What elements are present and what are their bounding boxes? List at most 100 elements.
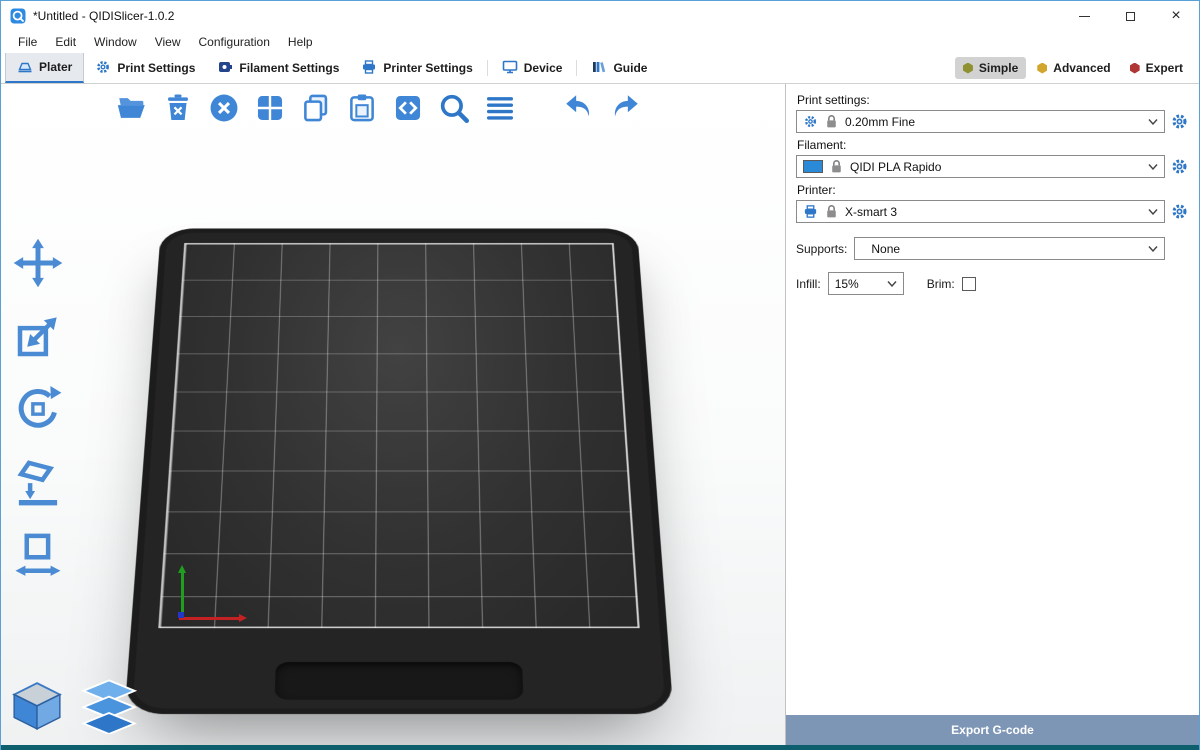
tab-separator xyxy=(576,60,577,76)
tab-label: Device xyxy=(524,61,563,75)
close-icon: × xyxy=(1171,8,1180,24)
menu-window[interactable]: Window xyxy=(85,31,146,53)
app-logo-icon xyxy=(10,8,26,24)
printer-row: X-smart 3 xyxy=(796,200,1189,223)
3d-editor-view-icon[interactable] xyxy=(9,678,65,737)
print-settings-label: Print settings: xyxy=(797,93,1189,107)
gear-icon xyxy=(95,59,111,78)
copy-icon[interactable] xyxy=(297,89,334,126)
print-settings-gear-button[interactable] xyxy=(1170,112,1189,131)
printer-label: Printer: xyxy=(797,183,1189,197)
undo-icon[interactable] xyxy=(560,89,597,126)
layer-height-icon[interactable] xyxy=(481,89,518,126)
maximize-button[interactable] xyxy=(1107,1,1153,31)
delete-icon[interactable] xyxy=(159,89,196,126)
supports-combo[interactable]: None xyxy=(854,237,1165,260)
left-toolbar xyxy=(11,236,65,582)
tab-printer-settings[interactable]: Printer Settings xyxy=(350,53,483,83)
move-icon[interactable] xyxy=(11,236,65,290)
filament-combo[interactable]: QIDI PLA Rapido xyxy=(796,155,1165,178)
gear-icon xyxy=(803,114,818,129)
menu-edit[interactable]: Edit xyxy=(46,31,85,53)
tab-separator xyxy=(487,60,488,76)
viewport-3d[interactable] xyxy=(1,84,785,745)
bed-handle xyxy=(275,662,524,700)
menu-file[interactable]: File xyxy=(9,31,46,53)
books-icon xyxy=(591,59,607,78)
menubar: File Edit Window View Configuration Help xyxy=(1,31,1199,53)
tab-label: Print Settings xyxy=(117,61,195,75)
print-bed[interactable] xyxy=(109,84,689,744)
chevron-down-icon xyxy=(1148,164,1158,170)
chevron-down-icon xyxy=(1148,119,1158,125)
lock-icon xyxy=(829,159,844,174)
measure-icon[interactable] xyxy=(11,528,65,582)
brim-checkbox[interactable] xyxy=(962,277,976,291)
window-bottom-border xyxy=(1,745,1199,750)
tab-label: Filament Settings xyxy=(239,61,339,75)
menu-help[interactable]: Help xyxy=(279,31,322,53)
menu-view[interactable]: View xyxy=(146,31,190,53)
lock-icon xyxy=(824,114,839,129)
bed-plate xyxy=(124,228,673,714)
lock-icon xyxy=(824,204,839,219)
tab-plater[interactable]: Plater xyxy=(5,53,84,83)
chevron-down-icon xyxy=(1148,246,1158,252)
place-on-face-icon[interactable] xyxy=(11,455,65,509)
infill-row: Infill: 15% Brim: xyxy=(796,272,1189,295)
infill-value: 15% xyxy=(835,277,881,291)
mode-label: Simple xyxy=(979,61,1018,75)
print-settings-row: 0.20mm Fine xyxy=(796,110,1189,133)
z-axis-indicator xyxy=(178,612,184,618)
filament-label: Filament: xyxy=(797,138,1189,152)
tabbar: Plater Print Settings Filament Settings … xyxy=(1,53,1199,84)
sidebar: Print settings: 0.20mm Fine Filament: QI… xyxy=(785,84,1199,745)
filament-spool-icon xyxy=(217,59,233,78)
scale-icon[interactable] xyxy=(11,309,65,363)
tab-filament-settings[interactable]: Filament Settings xyxy=(206,53,350,83)
chevron-down-icon xyxy=(887,281,897,287)
close-button[interactable]: × xyxy=(1153,1,1199,31)
filament-gear-button[interactable] xyxy=(1170,157,1189,176)
view-switch xyxy=(9,678,137,737)
rotate-icon[interactable] xyxy=(11,382,65,436)
split-icon[interactable] xyxy=(389,89,426,126)
mode-label: Expert xyxy=(1146,61,1183,75)
arrange-icon[interactable] xyxy=(251,89,288,126)
tab-print-settings[interactable]: Print Settings xyxy=(84,53,206,83)
x-axis-indicator xyxy=(179,617,239,620)
search-icon[interactable] xyxy=(435,89,472,126)
redo-icon[interactable] xyxy=(606,89,643,126)
filament-color-swatch xyxy=(803,160,823,173)
supports-row: Supports: None xyxy=(796,237,1189,260)
menu-configuration[interactable]: Configuration xyxy=(190,31,279,53)
top-toolbar xyxy=(113,89,643,126)
printer-combo[interactable]: X-smart 3 xyxy=(796,200,1165,223)
mode-expert[interactable]: Expert xyxy=(1122,57,1191,79)
app-window: *Untitled - QIDISlicer-1.0.2 × File Edit… xyxy=(0,0,1200,750)
paste-icon[interactable] xyxy=(343,89,380,126)
print-settings-value: 0.20mm Fine xyxy=(845,115,1142,129)
minimize-button[interactable] xyxy=(1061,1,1107,31)
minimize-icon xyxy=(1079,16,1090,17)
expert-mode-icon xyxy=(1130,63,1140,74)
mode-simple[interactable]: Simple xyxy=(955,57,1026,79)
chevron-down-icon xyxy=(1148,209,1158,215)
tab-device[interactable]: Device xyxy=(491,53,574,83)
printer-gear-button[interactable] xyxy=(1170,202,1189,221)
bed-grid-surface xyxy=(158,243,639,628)
plater-icon xyxy=(17,58,33,77)
mode-advanced[interactable]: Advanced xyxy=(1029,57,1118,79)
open-folder-icon[interactable] xyxy=(113,89,150,126)
delete-all-icon[interactable] xyxy=(205,89,242,126)
infill-combo[interactable]: 15% xyxy=(828,272,904,295)
print-settings-combo[interactable]: 0.20mm Fine xyxy=(796,110,1165,133)
supports-label: Supports: xyxy=(796,242,847,256)
mode-label: Advanced xyxy=(1053,61,1110,75)
infill-label: Infill: xyxy=(796,277,821,291)
preview-layers-icon[interactable] xyxy=(81,678,137,737)
export-gcode-button[interactable]: Export G-code xyxy=(786,715,1199,745)
tab-label: Printer Settings xyxy=(383,61,472,75)
tab-guide[interactable]: Guide xyxy=(580,53,658,83)
filament-row: QIDI PLA Rapido xyxy=(796,155,1189,178)
